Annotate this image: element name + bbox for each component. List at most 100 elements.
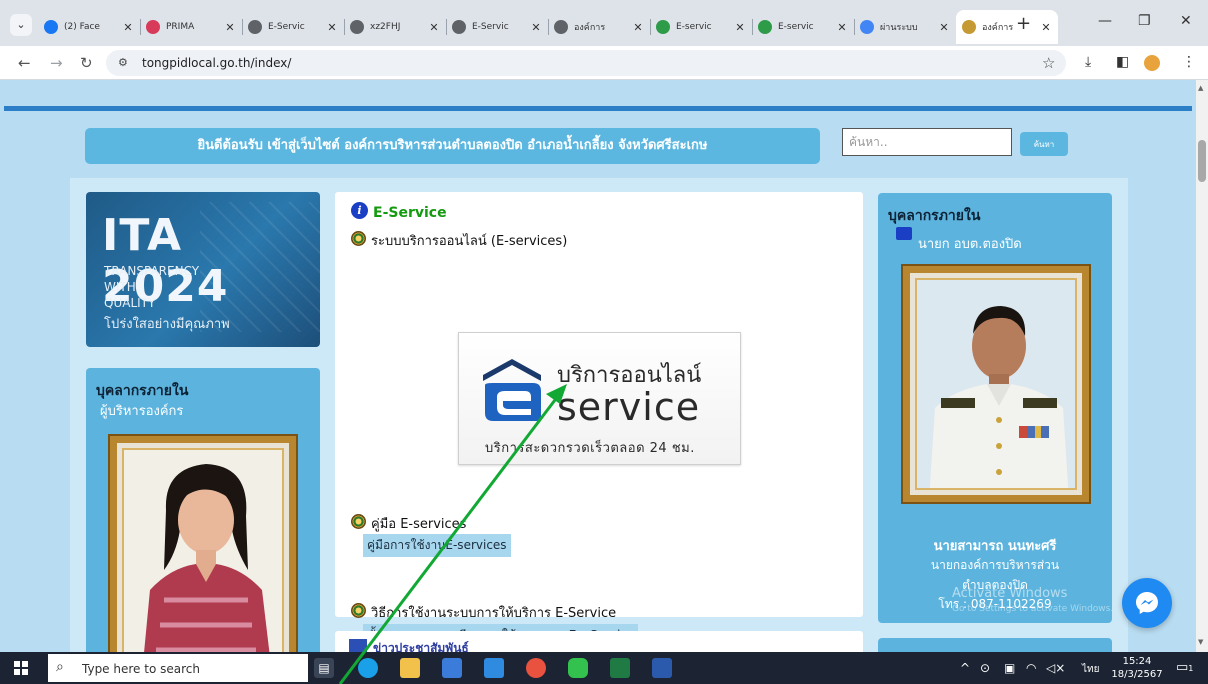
browser-tab[interactable]: PRIMA ✕	[140, 10, 242, 44]
tray-volume-icon[interactable]: ◁×	[1046, 661, 1065, 675]
tray-language[interactable]: ไทย	[1082, 662, 1099, 677]
windows-taskbar: ⌕ Type here to search ▤ ^ ⊙ ▣ ◠ ◁× ไทย 1…	[0, 652, 1208, 684]
browser-tab[interactable]: องค์การ ✕	[956, 10, 1058, 44]
right-card-subtitle: นายก อบต.ตองปิด	[918, 237, 1022, 252]
word-icon[interactable]	[652, 658, 672, 678]
globe-icon	[248, 20, 262, 34]
tray-meeting-icon[interactable]: ▣	[1004, 661, 1015, 675]
excel-icon[interactable]	[610, 658, 630, 678]
ita-2024-banner[interactable]: ITA 2024 TRANSPARENCY WITH QUALITY โปร่ง…	[86, 192, 320, 347]
tab-close-icon[interactable]: ✕	[734, 21, 746, 34]
clock-time: 15:24	[1122, 656, 1152, 667]
tab-title: (2) Face	[64, 22, 100, 32]
notification-center-icon[interactable]: ▭1	[1176, 660, 1193, 675]
scroll-up-icon[interactable]: ▲	[1198, 84, 1203, 92]
bookmark-star-icon[interactable]: ☆	[1042, 54, 1055, 72]
browser-tab[interactable]: องค์การ ✕	[548, 10, 650, 44]
tab-close-icon[interactable]: ✕	[938, 21, 950, 34]
eservice-banner-image[interactable]: บริการออนไลน์ service บริการสะดวกรวดเร็ว…	[458, 332, 741, 465]
ita-line-2: WITH	[104, 280, 136, 294]
site-info-icon[interactable]: ⚙	[118, 56, 128, 69]
file-explorer-icon[interactable]	[400, 658, 420, 678]
profile-avatar[interactable]	[1144, 55, 1160, 71]
back-icon[interactable]: ←	[18, 54, 31, 72]
right-photo-frame	[901, 264, 1091, 504]
seal-icon	[351, 231, 366, 246]
page-scrollbar[interactable]: ▲ ▼	[1196, 80, 1208, 652]
tab-close-icon[interactable]: ✕	[224, 21, 236, 34]
tab-close-icon[interactable]: ✕	[122, 21, 134, 34]
news-panel: ข่าวประชาสัมพันธ์	[335, 631, 863, 652]
site-search-button[interactable]: ค้นหา	[1020, 132, 1068, 156]
globe-icon	[452, 20, 466, 34]
minimize-icon[interactable]: —	[1098, 13, 1112, 29]
activate-windows-watermark: Activate Windows	[952, 586, 1068, 601]
tab-title: E-servic	[676, 22, 712, 32]
line-app-icon[interactable]	[568, 658, 588, 678]
tab-close-icon[interactable]: ✕	[1040, 21, 1052, 34]
chrome-icon[interactable]	[526, 658, 546, 678]
browser-tab[interactable]: E-Servic ✕	[242, 10, 344, 44]
browser-tab[interactable]: ผ่านระบบ ✕	[854, 10, 956, 44]
messenger-chat-button[interactable]	[1122, 578, 1172, 628]
task-view-icon[interactable]: ▤	[314, 658, 334, 678]
taskbar-search-box[interactable]: ⌕ Type here to search	[48, 654, 308, 682]
page-viewport: ยินดีต้อนรับ เข้าสู่เว็บไซต์ องค์การบริห…	[0, 80, 1196, 652]
eservice-howto-heading: วิธีการใช้งานระบบการให้บริการ E-Service	[371, 606, 617, 621]
tab-close-icon[interactable]: ✕	[836, 21, 848, 34]
seal-icon	[351, 514, 366, 529]
tray-network-icon[interactable]: ⊙	[980, 661, 990, 675]
edge-icon[interactable]	[358, 658, 378, 678]
side-panel-icon[interactable]: ◧	[1116, 54, 1129, 70]
tab-close-icon[interactable]: ✕	[632, 21, 644, 34]
url-text[interactable]: tongpidlocal.go.th/index/	[142, 56, 291, 70]
right-lower-card	[878, 638, 1112, 652]
tab-close-icon[interactable]: ✕	[326, 21, 338, 34]
eservice-manual-link[interactable]: คู่มือการใช้งานE-services	[363, 534, 511, 557]
reload-icon[interactable]: ↻	[80, 54, 93, 72]
new-tab-icon[interactable]: +	[1016, 13, 1031, 34]
ita-line-3: QUALITY	[104, 296, 156, 310]
browser-tab-bar: ⌄ (2) Face ✕ PRIMA ✕ E-Servic ✕ xz2FHJ ✕ E-Servi…	[0, 0, 1208, 46]
eservice-manual-heading: คู่มือ E-services	[371, 517, 467, 532]
store-icon[interactable]	[442, 658, 462, 678]
left-photo[interactable]	[122, 448, 284, 652]
tab-strip: (2) Face ✕ PRIMA ✕ E-Servic ✕ xz2FHJ ✕ E-Servic ✕…	[38, 10, 1058, 44]
right-card-heading: บุคลากรภายใน	[888, 208, 981, 224]
browser-tab[interactable]: E-servic ✕	[650, 10, 752, 44]
scroll-thumb[interactable]	[1198, 140, 1206, 182]
tab-close-icon[interactable]: ✕	[530, 21, 542, 34]
site-search-input[interactable]	[842, 128, 1012, 156]
restore-icon[interactable]: ❐	[1138, 13, 1151, 29]
tab-search-dropdown-icon[interactable]: ⌄	[10, 14, 32, 36]
facebook-icon	[44, 20, 58, 34]
online-services-link[interactable]: ระบบบริการออนไลน์ (E-services)	[371, 230, 567, 251]
messenger-icon	[1136, 592, 1158, 614]
browser-tab[interactable]: xz2FHJ ✕	[344, 10, 446, 44]
download-icon[interactable]: ⤓	[1085, 54, 1091, 70]
globe-icon	[554, 20, 568, 34]
browser-tab[interactable]: (2) Face ✕	[38, 10, 140, 44]
right-photo[interactable]	[915, 278, 1077, 490]
tray-chevron-icon[interactable]: ^	[960, 661, 970, 675]
address-bar[interactable]: ⚙ tongpidlocal.go.th/index/	[106, 50, 1066, 76]
google-icon	[860, 20, 874, 34]
windows-start-icon[interactable]	[14, 661, 28, 675]
scroll-down-icon[interactable]: ▼	[1198, 638, 1203, 646]
mail-icon[interactable]	[484, 658, 504, 678]
close-window-icon[interactable]: ✕	[1180, 13, 1192, 29]
prima-icon	[146, 20, 160, 34]
taskbar-clock[interactable]: 15:24 18/3/2567	[1110, 655, 1164, 681]
menu-kebab-icon[interactable]: ⋮	[1182, 54, 1196, 70]
welcome-banner: ยินดีต้อนรับ เข้าสู่เว็บไซต์ องค์การบริห…	[85, 128, 820, 164]
browser-tab[interactable]: E-Servic ✕	[446, 10, 548, 44]
tray-wifi-icon[interactable]: ◠	[1026, 661, 1036, 675]
browser-tab[interactable]: E-servic ✕	[752, 10, 854, 44]
tab-title: องค์การ	[574, 23, 606, 33]
news-panel-title: ข่าวประชาสัมพันธ์	[373, 641, 469, 652]
left-photo-frame	[108, 434, 298, 652]
forward-icon[interactable]: →	[50, 54, 63, 72]
ita-line-4: โปร่งใสอย่างมีคุณภาพ	[104, 317, 230, 332]
globe-icon	[350, 20, 364, 34]
tab-close-icon[interactable]: ✕	[428, 21, 440, 34]
